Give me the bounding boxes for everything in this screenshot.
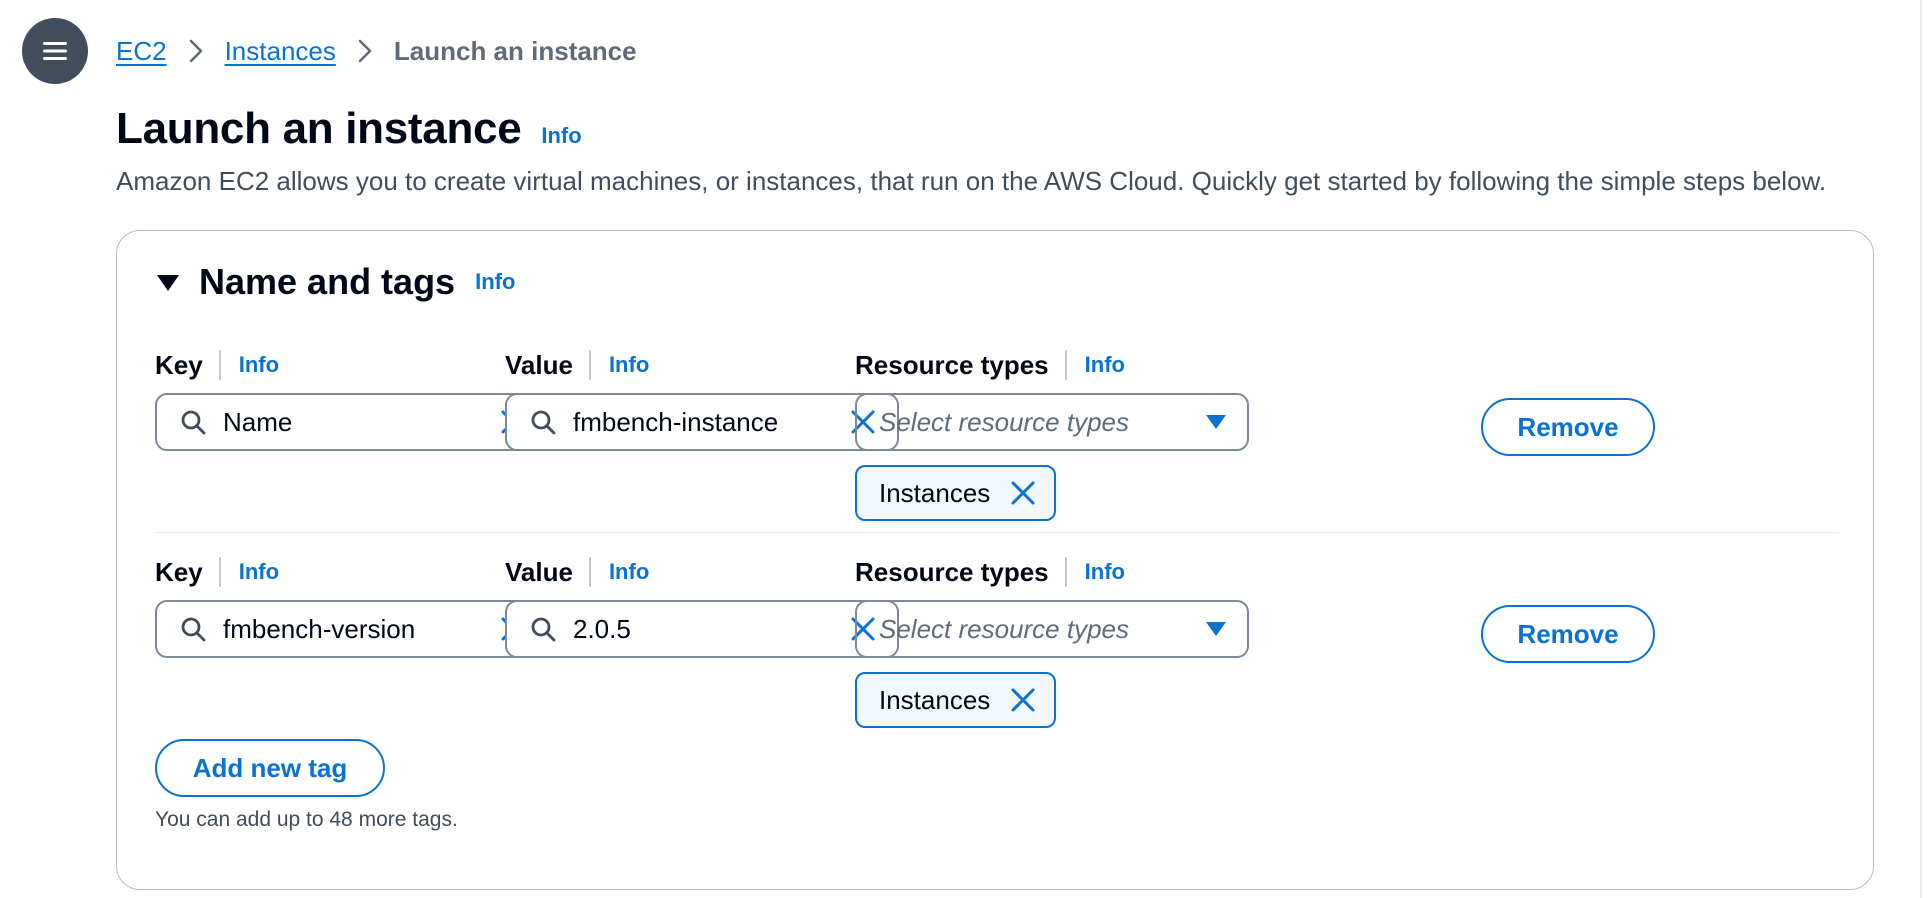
section-header[interactable]: Name and tags Info <box>155 261 515 303</box>
resource-types-placeholder: Select resource types <box>879 613 1130 644</box>
resource-types-field: Resource types Info Select resource type… <box>855 347 1249 521</box>
title-info-link[interactable]: Info <box>541 123 581 149</box>
dropdown-arrow-icon <box>1206 415 1226 429</box>
key-field: Key Info Name <box>155 347 549 451</box>
tags-limit-hint: You can add up to 48 more tags. <box>155 808 458 831</box>
title-row: Launch an instance Info <box>116 104 582 154</box>
value-field: Value Info fmbench-instance <box>505 347 899 451</box>
menu-button[interactable] <box>22 18 88 84</box>
value-input-value[interactable]: 2.0.5 <box>573 614 847 645</box>
search-icon <box>181 617 206 642</box>
remove-tag-button[interactable]: Remove <box>1481 398 1655 456</box>
key-input[interactable]: Name <box>155 393 549 451</box>
remove-tag-button[interactable]: Remove <box>1481 605 1655 663</box>
token-label: Instances <box>879 684 991 715</box>
value-input[interactable]: fmbench-instance <box>505 393 899 451</box>
scrollbar[interactable] <box>1920 0 1928 898</box>
section-info-link[interactable]: Info <box>475 269 515 295</box>
resource-type-token: Instances <box>855 465 1057 521</box>
value-label-text: Value <box>505 349 573 380</box>
breadcrumb-current: Launch an instance <box>393 35 637 66</box>
caret-down-icon[interactable] <box>155 269 181 295</box>
row-divider <box>155 532 1839 533</box>
resource-types-field: Resource types Info Select resource type… <box>855 554 1249 728</box>
search-icon <box>531 617 556 642</box>
breadcrumb-instances-link[interactable]: Instances <box>225 36 336 67</box>
resource-types-label-text: Resource types <box>855 349 1049 380</box>
value-info-link[interactable]: Info <box>588 557 649 587</box>
page-description: Amazon EC2 allows you to create virtual … <box>116 166 1827 196</box>
resource-types-info-link[interactable]: Info <box>1064 350 1125 380</box>
value-label: Value Info <box>505 554 899 590</box>
search-icon <box>181 410 206 435</box>
key-input-value[interactable]: Name <box>223 407 497 438</box>
key-field: Key Info fmbench-version <box>155 554 549 658</box>
page: EC2 Instances Launch an instance Launch … <box>0 0 1928 898</box>
key-label-text: Key <box>155 349 203 380</box>
breadcrumb: EC2 Instances Launch an instance <box>116 32 637 70</box>
value-label-text: Value <box>505 556 573 587</box>
value-field: Value Info 2.0.5 <box>505 554 899 658</box>
resource-types-placeholder: Select resource types <box>879 406 1130 437</box>
key-label: Key Info <box>155 347 549 383</box>
value-input[interactable]: 2.0.5 <box>505 600 899 658</box>
resource-types-label-text: Resource types <box>855 556 1049 587</box>
resource-types-info-link[interactable]: Info <box>1064 557 1125 587</box>
value-label: Value Info <box>505 347 899 383</box>
search-icon <box>531 410 556 435</box>
key-info-link[interactable]: Info <box>218 557 279 587</box>
value-info-link[interactable]: Info <box>588 350 649 380</box>
chevron-right-icon <box>336 38 394 64</box>
resource-types-select[interactable]: Select resource types <box>855 600 1249 658</box>
token-label: Instances <box>879 477 991 508</box>
key-label-text: Key <box>155 556 203 587</box>
name-and-tags-panel: Name and tags Info Key Info Name Value I… <box>116 230 1874 890</box>
breadcrumb-ec2-link[interactable]: EC2 <box>116 36 167 67</box>
resource-type-token: Instances <box>855 672 1057 728</box>
value-input-value[interactable]: fmbench-instance <box>573 407 847 438</box>
resource-types-select[interactable]: Select resource types <box>855 393 1249 451</box>
resource-types-label: Resource types Info <box>855 554 1249 590</box>
section-title: Name and tags <box>199 261 456 302</box>
chevron-right-icon <box>167 38 225 64</box>
key-label: Key Info <box>155 554 549 590</box>
key-input-value[interactable]: fmbench-version <box>223 614 497 645</box>
page-title: Launch an instance <box>116 104 522 153</box>
key-info-link[interactable]: Info <box>218 350 279 380</box>
dropdown-arrow-icon <box>1206 622 1226 636</box>
close-icon[interactable] <box>1008 685 1038 715</box>
menu-icon <box>43 42 67 60</box>
close-icon[interactable] <box>1008 478 1038 508</box>
key-input[interactable]: fmbench-version <box>155 600 549 658</box>
resource-types-label: Resource types Info <box>855 347 1249 383</box>
add-new-tag-button[interactable]: Add new tag <box>155 739 385 797</box>
